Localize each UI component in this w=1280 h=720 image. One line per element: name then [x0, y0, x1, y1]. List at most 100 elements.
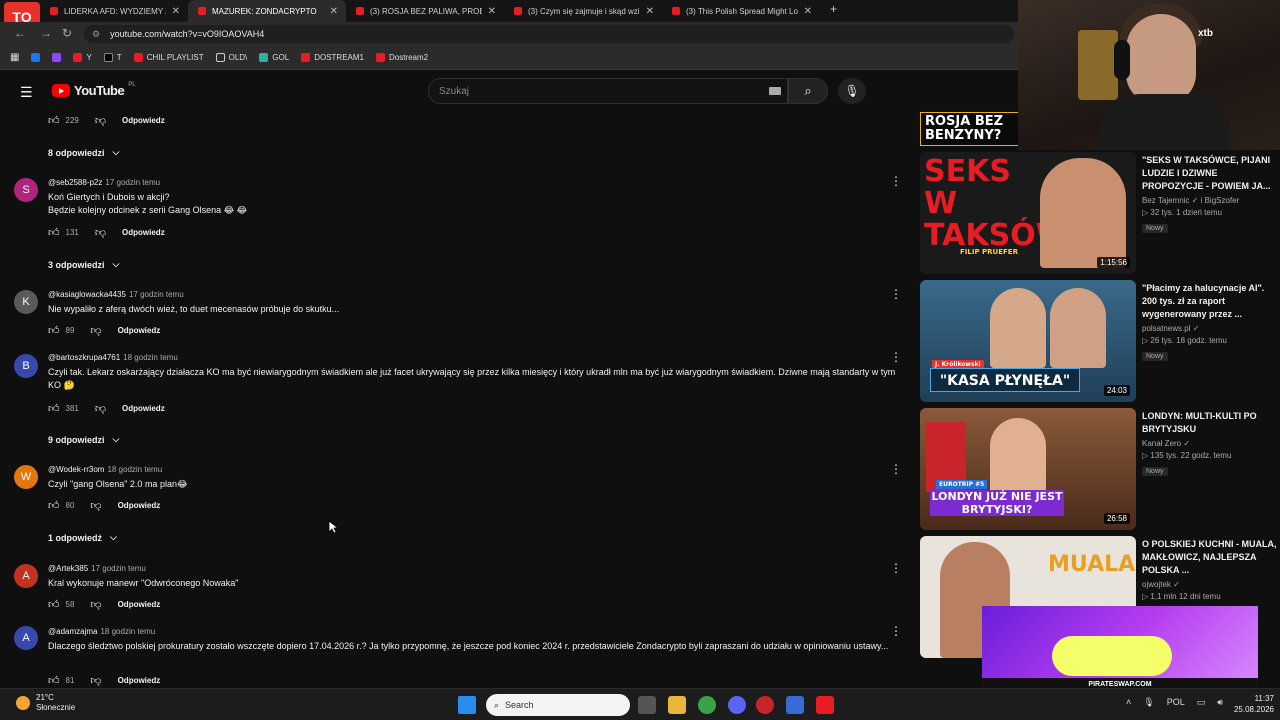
video-thumbnail[interactable]: SEKS W TAKSÓWCE FILIP PRUEFER 1:15:56 [920, 152, 1136, 274]
forward-arrow-icon[interactable]: → [40, 26, 52, 40]
chevron-up-icon[interactable]: ˄ [1126, 697, 1131, 708]
more-options-icon[interactable]: ⋮ [890, 624, 902, 638]
app-icon[interactable] [756, 696, 774, 714]
reload-icon[interactable]: ↻ [62, 26, 72, 40]
like-icon[interactable]: 👍︎ [48, 402, 60, 415]
browser-tab-1[interactable]: MAZUREK: ZONDACRYPTO ✕ [188, 0, 346, 22]
comment-time[interactable]: 17 godzin temu [129, 290, 184, 299]
bookmark-folder-old[interactable]: OLD\ [215, 53, 247, 62]
video-title[interactable]: "Płacimy za halucynacje AI". 200 tys. zł… [1142, 282, 1280, 321]
browser-tab-2[interactable]: (3) ROSJA BEZ PALIWA, PROBLE✕ [346, 0, 504, 22]
like-icon[interactable]: 👍︎ [48, 674, 60, 687]
more-options-icon[interactable]: ⋮ [890, 462, 902, 476]
ad-banner[interactable]: PIRATESWAP.COM [982, 606, 1258, 690]
twitch-icon[interactable] [52, 53, 62, 62]
channel-name[interactable]: ojwojtek ✓ [1142, 580, 1280, 589]
related-video-item[interactable]: SEKS W TAKSÓWCE FILIP PRUEFER 1:15:56 "S… [920, 152, 1280, 274]
bookmark-gol[interactable]: GOL [259, 53, 289, 62]
facebook-icon[interactable] [31, 53, 41, 62]
dislike-icon[interactable]: 👎︎ [90, 674, 101, 687]
avatar[interactable]: A [14, 564, 38, 588]
reply-button[interactable]: Odpowiedz [122, 228, 165, 237]
browser-tab-3[interactable]: (3) Czym się zajmuje i skąd wzi ✕ [504, 0, 662, 22]
video-thumbnail[interactable]: J. Królikowski "KASA PŁYNĘŁA" 24:03 [920, 280, 1136, 402]
weather-widget[interactable]: 21°C Słonecznie [16, 693, 75, 713]
dislike-icon[interactable]: 👎︎ [90, 598, 101, 611]
app-icon[interactable] [786, 696, 804, 714]
search-button[interactable]: ⌕ [788, 78, 828, 104]
menu-hamburger-icon[interactable]: ☰ [20, 84, 33, 101]
dislike-icon[interactable]: 👎︎ [90, 324, 101, 337]
reply-button[interactable]: Odpowiedz [118, 600, 161, 609]
file-explorer-icon[interactable] [668, 696, 686, 714]
network-icon[interactable]: ▭ [1197, 697, 1206, 708]
reply-button[interactable]: Odpowiedz [118, 501, 161, 510]
recording-app-icon[interactable] [816, 696, 834, 714]
show-replies-button[interactable]: 1 odpowiedź ⌵ [48, 532, 117, 543]
volume-icon[interactable]: 🔊︎ [1217, 697, 1223, 708]
related-video-item[interactable]: J. Królikowski "KASA PŁYNĘŁA" 24:03 "Pła… [920, 280, 1280, 402]
close-tab-icon[interactable]: ✕ [646, 6, 654, 17]
like-icon[interactable]: 👍︎ [48, 499, 60, 512]
like-icon[interactable]: 👍︎ [48, 324, 60, 337]
related-video-item[interactable]: EUROTRIP #5 LONDYN JUŻ NIE JEST BRYTYJSK… [920, 408, 1280, 530]
avatar[interactable]: W [14, 465, 38, 489]
browser-tab-4[interactable]: (3) This Polish Spread Might Lo ✕ [662, 0, 820, 22]
comment-time[interactable]: 18 godzin temu [100, 627, 155, 636]
dislike-icon[interactable]: 👎︎ [95, 402, 106, 415]
site-info-icon[interactable]: ⚙ [92, 29, 100, 40]
comment-author[interactable]: @adamzajma [48, 627, 97, 636]
video-thumbnail[interactable]: EUROTRIP #5 LONDYN JUŻ NIE JEST BRYTYJSK… [920, 408, 1136, 530]
url-field[interactable]: ⚙ youtube.com/watch?v=vO9IOAOVAH4 [84, 25, 1014, 43]
search-input[interactable]: Szukaj [428, 78, 788, 104]
like-icon[interactable]: 👍︎ [48, 114, 60, 127]
more-options-icon[interactable]: ⋮ [890, 287, 902, 301]
video-title[interactable]: "SEKS W TAKSÓWCE, PIJANI LUDZIE I DZIWNE… [1142, 154, 1280, 193]
close-tab-icon[interactable]: ✕ [488, 6, 496, 17]
comment-time[interactable]: 17 godzin temu [105, 178, 160, 187]
bookmark-dostream2[interactable]: Dostream2 [375, 53, 428, 62]
chrome-icon[interactable] [698, 696, 716, 714]
video-title[interactable]: LONDYN: MULTI-KULTI PO BRYTYJSKU [1142, 410, 1280, 436]
task-view-icon[interactable] [638, 696, 656, 714]
show-replies-button[interactable]: 9 odpowiedzi ⌵ [48, 434, 119, 445]
dislike-icon[interactable]: 👎︎ [95, 226, 106, 239]
comment-time[interactable]: 17 godzin temu [91, 564, 146, 573]
comment-author[interactable]: @Artek385 [48, 564, 88, 573]
apps-grid-icon[interactable]: ▦ [10, 52, 19, 63]
show-replies-button[interactable]: 3 odpowiedzi ⌵ [48, 259, 119, 270]
channel-name[interactable]: polsatnews.pl ✓ [1142, 324, 1280, 333]
new-tab-plus-icon[interactable]: + [830, 2, 837, 16]
close-tab-icon[interactable]: ✕ [330, 6, 338, 17]
discord-icon[interactable] [728, 696, 746, 714]
reply-button[interactable]: Odpowiedz [118, 326, 161, 335]
taskbar-clock[interactable]: 11:37 25.08.2026 [1234, 693, 1274, 715]
reply-button[interactable]: Odpowiedz [118, 676, 161, 685]
back-arrow-icon[interactable]: ← [14, 26, 26, 40]
avatar[interactable]: K [14, 290, 38, 314]
channel-name[interactable]: Bez Tajemnic ✓ i BigSzofer [1142, 196, 1280, 205]
mic-icon[interactable]: 🎙 [1143, 697, 1154, 708]
start-windows-icon[interactable] [458, 696, 476, 714]
bookmark-dostream1[interactable]: DOSTREAM1 [301, 53, 364, 62]
channel-name[interactable]: Kanał Zero ✓ [1142, 439, 1280, 448]
dislike-icon[interactable]: 👎︎ [95, 114, 106, 127]
reply-button[interactable]: Odpowiedz [122, 116, 165, 125]
more-options-icon[interactable]: ⋮ [890, 174, 902, 188]
comment-author[interactable]: @seb2588-p2z [48, 178, 102, 187]
comment-time[interactable]: 18 godzin temu [123, 353, 178, 362]
browser-tab-0[interactable]: LIDERKA AFD: WYDZIEMY ZE S✕ [40, 0, 188, 22]
show-replies-button[interactable]: 8 odpowiedzi ⌵ [48, 147, 119, 158]
keyboard-icon[interactable] [769, 87, 781, 95]
comment-author[interactable]: @Wodek-rr3om [48, 465, 104, 474]
more-options-icon[interactable]: ⋮ [890, 350, 902, 364]
youtube-logo[interactable]: YouTube PL [52, 82, 136, 98]
voice-search-mic-icon[interactable]: 🎙 [838, 78, 866, 104]
more-options-icon[interactable]: ⋮ [890, 561, 902, 575]
like-icon[interactable]: 👍︎ [48, 598, 60, 611]
bookmark-t[interactable]: T [103, 53, 122, 62]
video-title[interactable]: O POLSKIEJ KUCHNI - MUALA, MAKŁOWICZ, NA… [1142, 538, 1280, 577]
comment-time[interactable]: 18 godzin temu [107, 465, 162, 474]
comment-author[interactable]: @kasiaglowacka4435 [48, 290, 126, 299]
avatar[interactable]: S [14, 178, 38, 202]
